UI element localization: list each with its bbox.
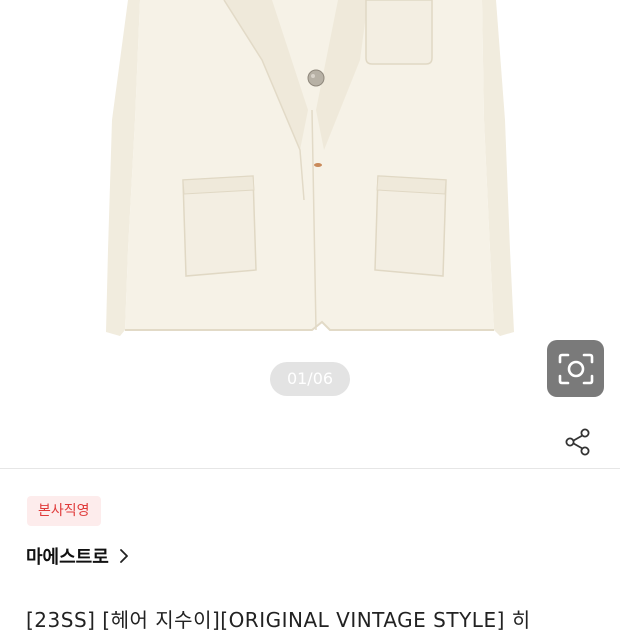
product-image-gallery[interactable]: 01/06 bbox=[0, 0, 620, 468]
share-icon bbox=[565, 428, 590, 456]
section-divider bbox=[0, 468, 620, 469]
chevron-right-icon bbox=[119, 548, 129, 564]
camera-scan-icon bbox=[558, 353, 593, 384]
brand-name: 마에스트로 bbox=[26, 547, 109, 568]
image-search-button[interactable] bbox=[547, 340, 604, 397]
image-counter: 01/06 bbox=[270, 362, 350, 396]
product-title: [23SS] [헤어 지수이][ORIGINAL VINTAGE STYLE] … bbox=[26, 608, 531, 632]
product-photo bbox=[106, 0, 514, 336]
official-store-badge: 본사직영 bbox=[27, 496, 101, 526]
brand-link[interactable]: 마에스트로 bbox=[26, 540, 129, 572]
share-button[interactable] bbox=[560, 424, 596, 460]
